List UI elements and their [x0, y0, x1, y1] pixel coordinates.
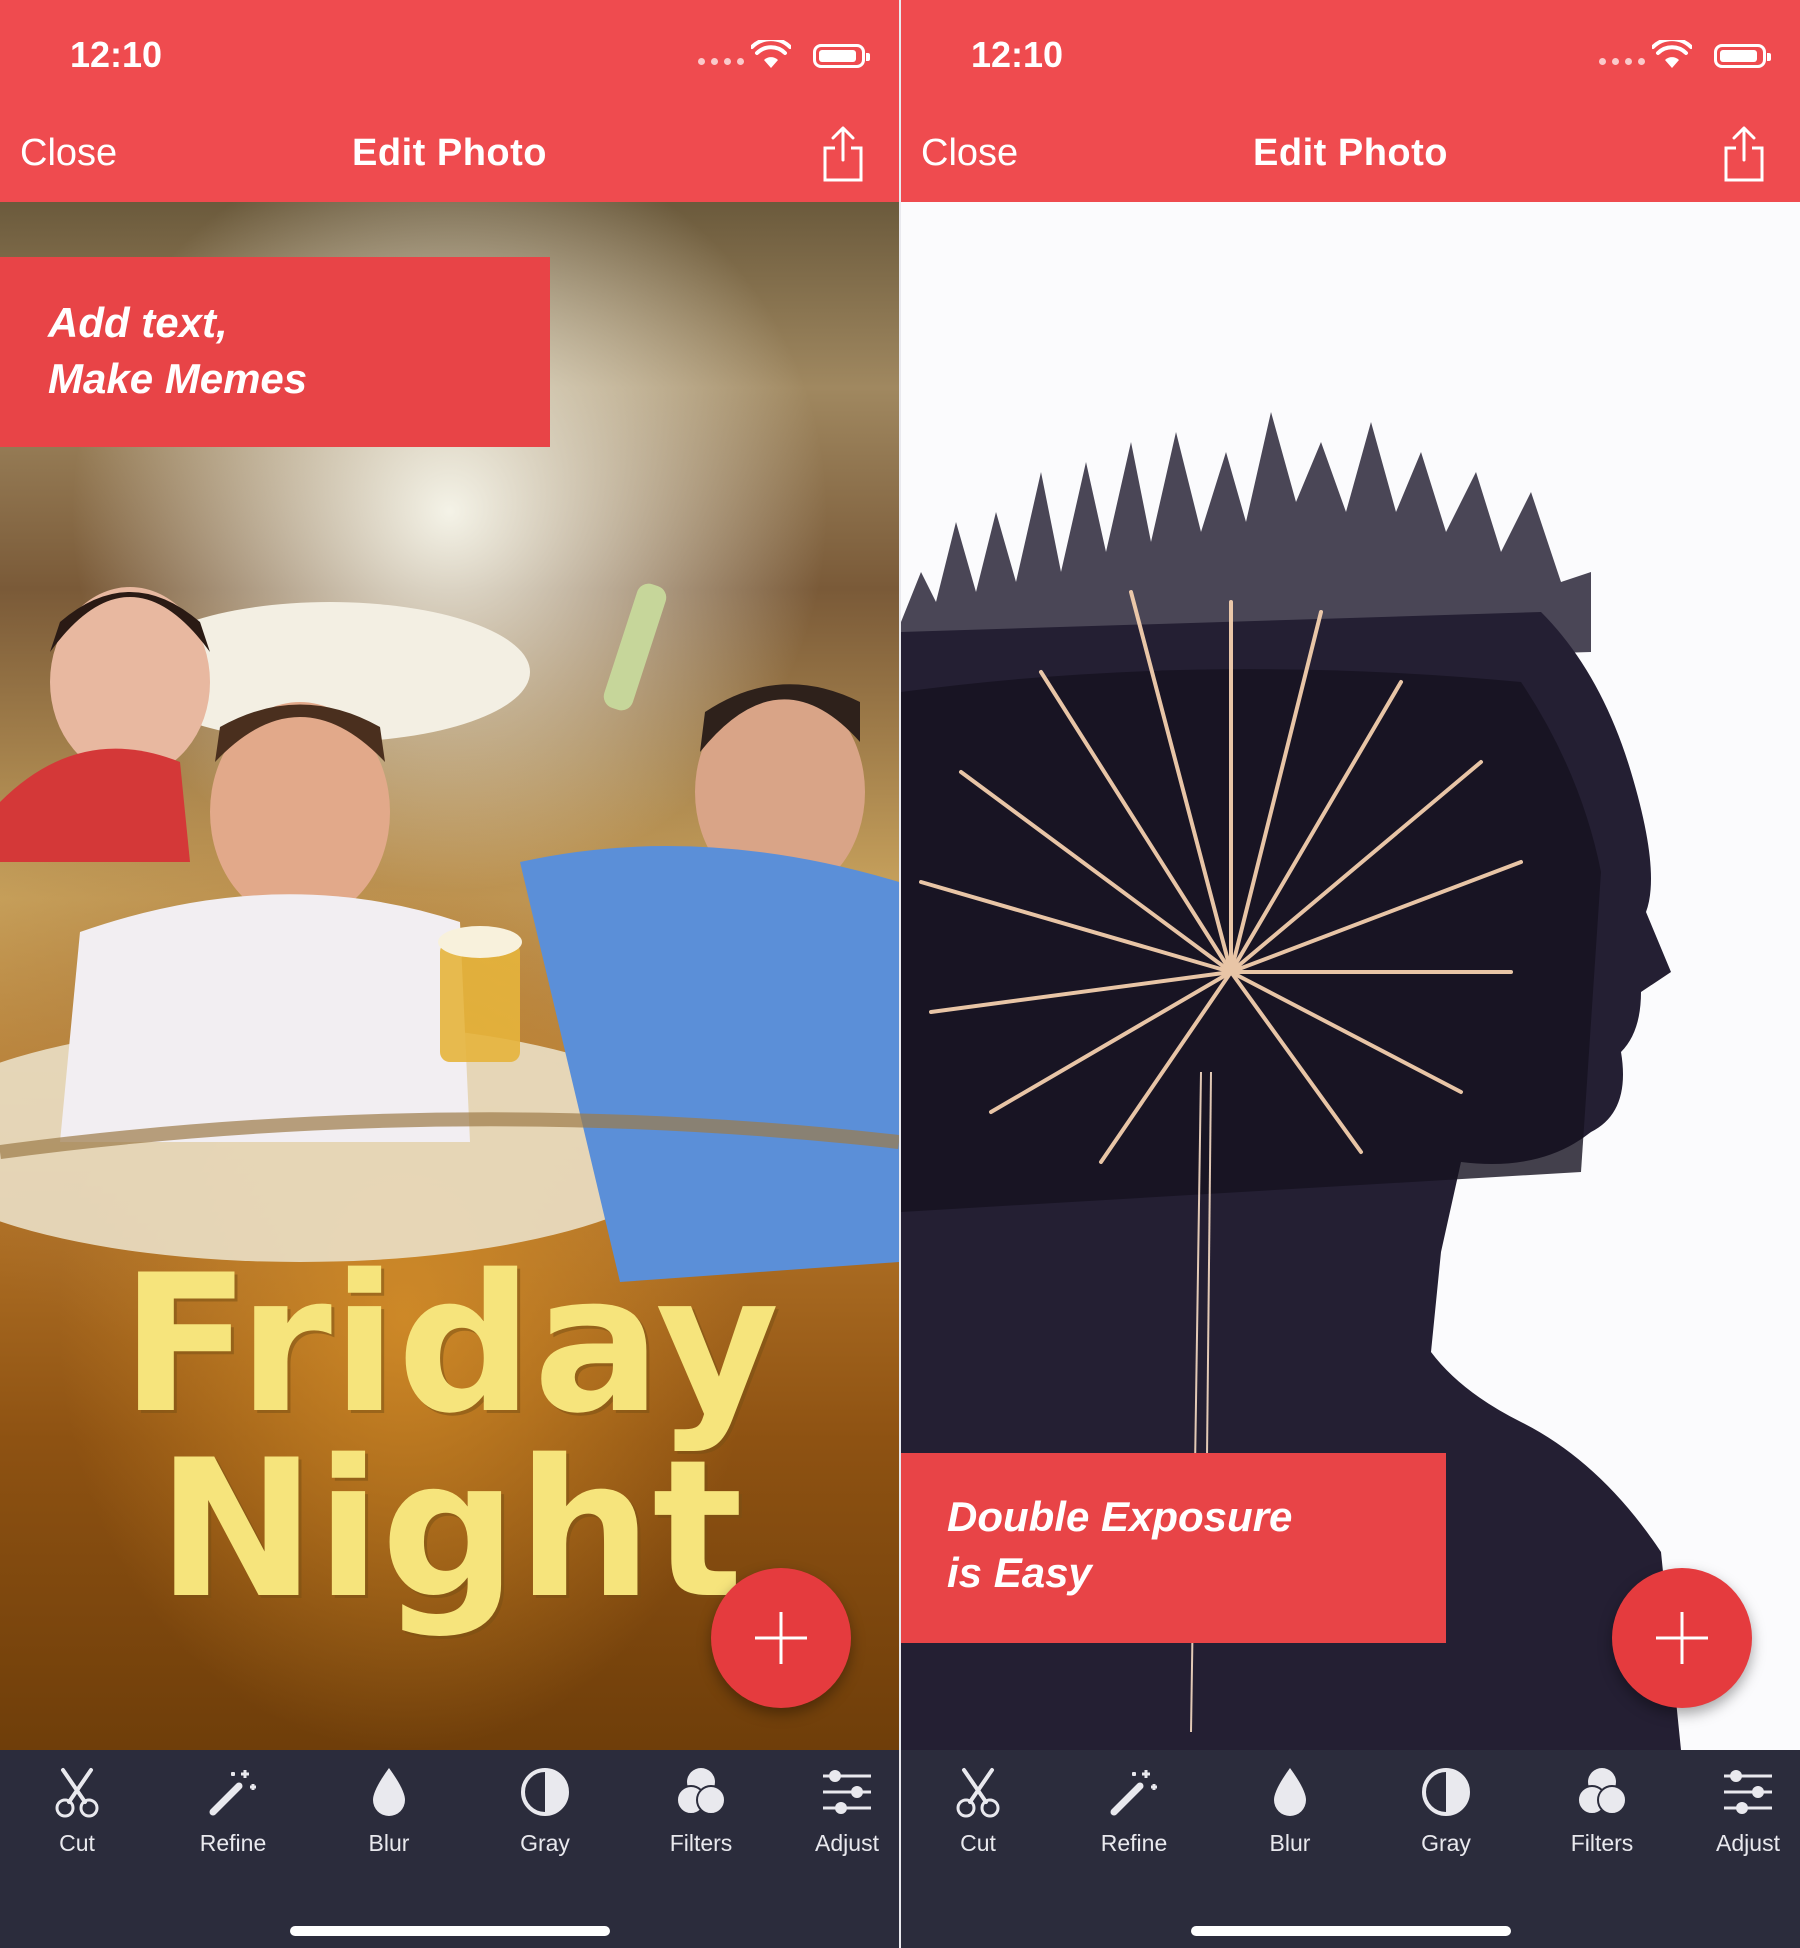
status-bar: 12:10: [0, 0, 899, 110]
scissors-icon: [55, 1768, 99, 1818]
drop-icon: [373, 1768, 405, 1816]
app-comparison: 12:10 Close Edit Photo Add text, Make Me…: [0, 0, 1800, 1948]
tab-label: Adjust: [1716, 1830, 1780, 1856]
tab-label: Refine: [1100, 1830, 1168, 1856]
drop-icon: [1274, 1768, 1306, 1816]
tab-blur[interactable]: Blur: [334, 1764, 444, 1857]
tool-bar: Cut Refine Blur Gray Filters Adjust: [901, 1750, 1800, 1948]
add-button[interactable]: [1612, 1568, 1752, 1708]
tab-adjust[interactable]: Adjust: [1703, 1764, 1793, 1857]
filters-icon: [1577, 1768, 1627, 1815]
sliders-icon: [823, 1770, 871, 1814]
tab-cut[interactable]: Cut: [22, 1764, 132, 1857]
share-icon[interactable]: [821, 124, 865, 184]
tab-filters[interactable]: Filters: [646, 1764, 756, 1857]
tab-gray[interactable]: Gray: [490, 1764, 600, 1857]
page-title: Edit Photo: [1253, 132, 1448, 174]
scissors-icon: [956, 1768, 1000, 1818]
feature-banner: Double Exposure is Easy: [901, 1453, 1446, 1643]
nav-bar: Close Edit Photo: [0, 110, 899, 202]
tab-filters[interactable]: Filters: [1547, 1764, 1657, 1857]
banner-line-2: is Easy: [947, 1549, 1092, 1596]
tab-label: Cut: [960, 1830, 996, 1856]
tab-label: Gray: [520, 1830, 570, 1856]
battery-icon: [813, 44, 870, 68]
wifi-icon: [751, 40, 791, 68]
nav-bar: Close Edit Photo: [901, 110, 1800, 202]
tab-label: Filters: [1570, 1830, 1634, 1856]
tab-refine[interactable]: Refine: [1079, 1764, 1189, 1857]
tab-label: Adjust: [815, 1830, 879, 1856]
screen-meme: 12:10 Close Edit Photo Add text, Make Me…: [0, 0, 899, 1948]
tool-bar: Cut Refine Blur Gray Filters Adjust: [0, 1750, 899, 1948]
tab-cut[interactable]: Cut: [923, 1764, 1033, 1857]
meme-text-line-2: Night: [156, 1419, 744, 1640]
home-indicator[interactable]: [1191, 1926, 1511, 1936]
tab-label: Filters: [669, 1830, 733, 1856]
tab-label: Gray: [1421, 1830, 1471, 1856]
filters-icon: [676, 1768, 726, 1815]
home-indicator[interactable]: [290, 1926, 610, 1936]
tab-label: Cut: [59, 1830, 95, 1856]
plus-icon: [755, 1612, 807, 1664]
share-icon[interactable]: [1722, 124, 1766, 184]
magic-wand-icon: [1110, 1770, 1157, 1816]
cellular-signal-icon: [1599, 58, 1645, 65]
banner-line-1: Add text,: [48, 299, 228, 346]
half-circle-icon: [1422, 1768, 1470, 1816]
tab-label: Blur: [1269, 1830, 1311, 1856]
status-time: 12:10: [971, 34, 1064, 75]
tab-refine[interactable]: Refine: [178, 1764, 288, 1857]
meme-text-overlay[interactable]: Friday Night: [70, 1250, 830, 1625]
half-circle-icon: [521, 1768, 569, 1816]
add-button[interactable]: [711, 1568, 851, 1708]
magic-wand-icon: [209, 1770, 256, 1816]
sliders-icon: [1724, 1770, 1772, 1814]
status-time: 12:10: [70, 34, 163, 75]
tab-label: Blur: [368, 1830, 410, 1856]
tab-gray[interactable]: Gray: [1391, 1764, 1501, 1857]
feature-banner: Add text, Make Memes: [0, 257, 550, 447]
plus-icon: [1656, 1612, 1708, 1664]
tab-adjust[interactable]: Adjust: [802, 1764, 892, 1857]
screen-double-exposure: 12:10 Close Edit Photo Double Exposure i…: [901, 0, 1800, 1948]
photo-canvas[interactable]: Double Exposure is Easy: [901, 202, 1800, 1750]
wifi-icon: [1652, 40, 1692, 68]
photo-canvas[interactable]: Add text, Make Memes Friday Night: [0, 202, 899, 1750]
banner-line-1: Double Exposure: [947, 1493, 1293, 1540]
banner-line-2: Make Memes: [48, 355, 308, 402]
tab-label: Refine: [199, 1830, 267, 1856]
tab-blur[interactable]: Blur: [1235, 1764, 1345, 1857]
battery-icon: [1714, 44, 1771, 68]
status-bar: 12:10: [901, 0, 1800, 110]
page-title: Edit Photo: [352, 132, 547, 174]
cellular-signal-icon: [698, 58, 744, 65]
